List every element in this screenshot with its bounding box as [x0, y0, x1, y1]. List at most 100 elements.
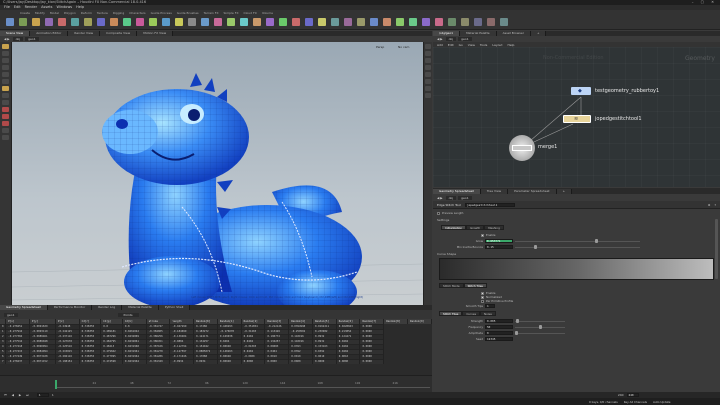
amplitude-field[interactable]: 0 [485, 331, 513, 335]
viewport-camera-label[interactable]: No cam [398, 45, 409, 49]
wireframe-icon[interactable] [425, 65, 431, 70]
grow-slider[interactable] [515, 239, 640, 243]
shelf-tool-icon[interactable] [110, 18, 118, 26]
shelf-tool-icon[interactable] [149, 18, 157, 26]
grow-field[interactable]: 0.653771 [485, 239, 513, 243]
shelf-tool-icon[interactable] [162, 18, 170, 26]
net-menu-go[interactable]: Go [459, 43, 463, 47]
frequency-field[interactable]: 50 [485, 325, 513, 329]
snap-icon[interactable] [2, 93, 9, 98]
shelf-tool-icon[interactable] [422, 18, 430, 26]
node-label-stitch[interactable]: jopedgestitchtool1 [595, 116, 642, 122]
shelf-tab-terrain-fx[interactable]: Terrain FX [204, 11, 219, 15]
network-path-node[interactable]: geo1 [458, 37, 472, 41]
node-label-merge[interactable]: merge1 [538, 144, 557, 150]
shelf-tool-icon[interactable] [188, 18, 196, 26]
shelf-tool-icon[interactable] [474, 18, 482, 26]
timeline-ruler[interactable]: 24 48 72 96 120 144 168 192 216 [55, 381, 430, 388]
shelf-tab-modify[interactable]: Modify [35, 11, 45, 15]
check-enable-2[interactable] [481, 291, 484, 295]
sculpt-icon[interactable] [2, 114, 9, 119]
shelf-tab-simple-fx[interactable]: Simple FX [224, 11, 239, 15]
strength-slider[interactable] [515, 319, 565, 323]
smooth-tips-field[interactable]: 1 [485, 304, 495, 308]
spreadsheet-mode[interactable]: Points [117, 312, 139, 317]
help-icon[interactable]: ? [714, 203, 716, 207]
pose-tool-icon[interactable] [2, 79, 9, 84]
tab-meshing[interactable]: Meshing [484, 225, 504, 230]
view-tool-icon[interactable] [2, 86, 9, 91]
shelf-tool-icon[interactable] [136, 18, 144, 26]
shelf-tool-icon[interactable] [45, 18, 53, 26]
net-menu-tools[interactable]: Tools [480, 43, 487, 47]
shelf-tool-icon[interactable] [19, 18, 27, 26]
shelf-tool-icon[interactable] [487, 18, 495, 26]
shelf-tool-icon[interactable] [435, 18, 443, 26]
shelf-tool-icon[interactable] [292, 18, 300, 26]
shelf-tool-icon[interactable] [97, 18, 105, 26]
shelf-tool-icon[interactable] [6, 18, 14, 26]
shelf-tool-icon[interactable] [71, 18, 79, 26]
shelf-tool-icon[interactable] [279, 18, 287, 26]
node-jopedgestitchtool1[interactable]: ≋ [563, 115, 591, 123]
tab-stitch-tiles-a[interactable]: Stitch Tiles [463, 283, 487, 288]
shelf-tool-icon[interactable] [84, 18, 92, 26]
flipbook-icon[interactable] [2, 135, 9, 140]
play-controls-icon[interactable]: ⏮ ◀ ▶ ⏭ [4, 393, 31, 397]
shelf-tab-create[interactable]: Create [20, 11, 30, 15]
back-arrow-icon[interactable]: ◀ ▶ [4, 37, 10, 41]
shelf-tool-icon[interactable] [448, 18, 456, 26]
render-region-icon[interactable] [2, 128, 9, 133]
shelf-tool-icon[interactable] [240, 18, 248, 26]
node-merge1[interactable] [509, 135, 535, 161]
amplitude-slider[interactable] [515, 331, 565, 335]
parm-path-node[interactable]: geo1 [458, 195, 472, 200]
paint-icon[interactable] [2, 107, 9, 112]
node-name-field[interactable]: jopedgestitchtool1 [464, 202, 515, 207]
shelf-tab-volume[interactable]: Volume [262, 11, 273, 15]
tab-tree-view[interactable]: Tree View [480, 188, 509, 194]
net-menu-help[interactable]: Help [508, 43, 515, 47]
timeline[interactable]: 24 48 72 96 120 144 168 192 216 [0, 375, 432, 392]
network-back-icon[interactable]: ◀ ▶ [437, 37, 443, 41]
shelf-tool-icon[interactable] [500, 18, 508, 26]
shelf-tab-cloud-fx[interactable]: Cloud FX [244, 11, 257, 15]
tab-stitch-tiles-b[interactable]: Stitch Tiles [439, 311, 463, 316]
parm-path-obj[interactable]: obj [445, 195, 457, 200]
magnet-icon[interactable] [2, 121, 9, 126]
shelf-tool-icon[interactable] [357, 18, 365, 26]
shelf-tool-icon[interactable] [383, 18, 391, 26]
auto-update-button[interactable]: Auto Update [653, 400, 671, 404]
shelf-tab-texture[interactable]: Texture [97, 11, 108, 15]
camera-icon[interactable] [425, 86, 431, 91]
tab-growth[interactable]: Growth [466, 225, 485, 230]
rotate-tool-icon[interactable] [2, 58, 9, 63]
normals-display-icon[interactable] [425, 79, 431, 84]
geometry-spreadsheet[interactable]: P[x] P[y] P[z] Cd[r] Cd[g] Cd[b] stroke length R… [0, 319, 432, 375]
network-editor[interactable]: Non-Commercial Edition Geometry ◆ testge… [433, 47, 720, 187]
shelf-tool-icon[interactable] [214, 18, 222, 26]
shelf-tool-icon[interactable] [396, 18, 404, 26]
shelf-tool-icon[interactable] [305, 18, 313, 26]
points-display-icon[interactable] [425, 72, 431, 77]
shelf-tool-icon[interactable] [344, 18, 352, 26]
shelf-tool-icon[interactable] [331, 18, 339, 26]
shelf-tool-icon[interactable] [123, 18, 131, 26]
preview-checkbox[interactable] [437, 211, 440, 215]
check-normalized[interactable] [481, 295, 484, 299]
shelf-tab-guide-brushes[interactable]: Guide Brushes [177, 11, 199, 15]
frame-end-field[interactable]: 240 [626, 393, 639, 397]
network-path-obj[interactable]: obj [445, 37, 457, 41]
shelf-tool-icon[interactable] [201, 18, 209, 26]
shading-icon[interactable] [425, 58, 431, 63]
shelf-tool-icon[interactable] [227, 18, 235, 26]
move-tool-icon[interactable] [2, 51, 9, 56]
spreadsheet-column-header[interactable]: Random[9] [407, 319, 432, 324]
gear-icon[interactable]: ⚙ [708, 203, 711, 207]
bounce-slider[interactable] [515, 245, 640, 249]
shelf-tab-guide-process[interactable]: Guide Process [151, 11, 172, 15]
shelf-tool-icon[interactable] [461, 18, 469, 26]
enable-checkbox[interactable] [481, 233, 484, 237]
shelf-tool-icon[interactable] [175, 18, 183, 26]
shelf-tool-icon[interactable] [266, 18, 274, 26]
